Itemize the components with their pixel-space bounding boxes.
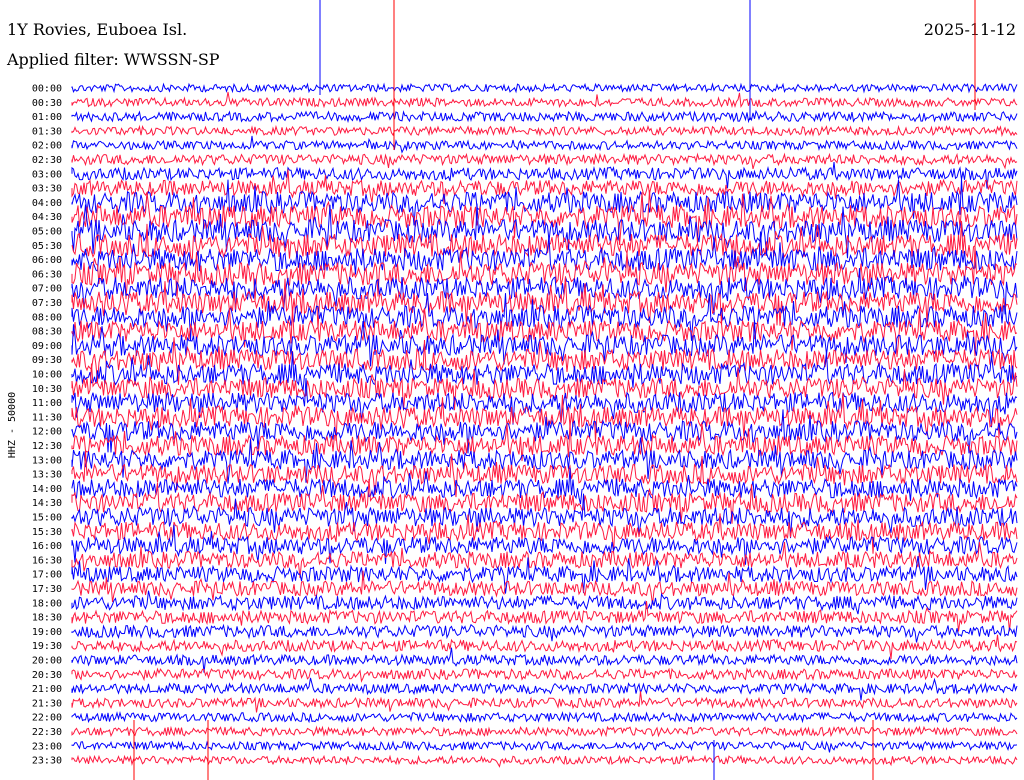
- trace-row: [71, 124, 1018, 138]
- time-label: 08:00: [32, 312, 62, 323]
- trace-row: [71, 623, 1018, 643]
- time-label: 17:30: [32, 584, 62, 595]
- time-label: 09:30: [32, 355, 62, 366]
- time-label: 19:00: [32, 627, 62, 638]
- time-label: 04:00: [32, 198, 62, 209]
- time-label: 05:00: [32, 227, 62, 238]
- time-label: 00:30: [32, 98, 62, 109]
- trace-row: [71, 231, 1018, 275]
- time-label: 15:30: [32, 527, 62, 538]
- time-label: 08:30: [32, 327, 62, 338]
- time-label: 04:30: [32, 212, 62, 223]
- time-label: 14:00: [32, 484, 62, 495]
- trace-row: [71, 82, 1018, 94]
- time-label: 01:00: [32, 112, 62, 123]
- time-label: 17:00: [32, 570, 62, 581]
- time-label: 05:30: [32, 241, 62, 252]
- time-label: 18:30: [32, 613, 62, 624]
- time-label: 07:00: [32, 284, 62, 295]
- time-label: 13:30: [32, 470, 62, 481]
- trace-row: [71, 91, 1018, 109]
- trace-row: [71, 725, 1018, 738]
- time-label: 20:00: [32, 656, 62, 667]
- trace-row: [71, 754, 1018, 768]
- time-label: 07:30: [32, 298, 62, 309]
- time-label: 09:00: [32, 341, 62, 352]
- time-labels: 00:00 00:30 01:00 01:30 02:00 02:30 03:00 03:30…: [32, 84, 62, 767]
- time-label: 11:30: [32, 412, 62, 423]
- helicorder-plot: 00:00 00:30 01:00 01:30 02:00 02:30 03:00 03:30…: [7, 0, 1018, 780]
- trace-group: [71, 82, 1018, 768]
- time-label: 14:30: [32, 498, 62, 509]
- time-label: 01:30: [32, 126, 62, 137]
- time-label: 12:00: [32, 427, 62, 438]
- time-label: 21:00: [32, 684, 62, 695]
- time-label: 10:00: [32, 370, 62, 381]
- trace-row: [71, 109, 1018, 124]
- time-label: 03:00: [32, 169, 62, 180]
- time-label: 02:30: [32, 155, 62, 166]
- trace-row: [71, 152, 1018, 170]
- time-label: 16:00: [32, 541, 62, 552]
- time-label: 21:30: [32, 698, 62, 709]
- time-label: 13:00: [32, 455, 62, 466]
- time-label: 00:00: [32, 84, 62, 95]
- time-label: 16:30: [32, 555, 62, 566]
- trace-row: [71, 493, 1018, 539]
- time-label: 18:00: [32, 598, 62, 609]
- time-label: 12:30: [32, 441, 62, 452]
- time-label: 06:30: [32, 269, 62, 280]
- trace-row: [71, 667, 1018, 683]
- time-label: 19:30: [32, 641, 62, 652]
- time-label: 06:00: [32, 255, 62, 266]
- trace-row: [71, 677, 1018, 701]
- time-label: 15:00: [32, 513, 62, 524]
- time-label: 03:30: [32, 184, 62, 195]
- channel-label: HHZ - 50000: [7, 392, 18, 458]
- time-label: 20:30: [32, 670, 62, 681]
- trace-row: [71, 647, 1018, 673]
- time-label: 02:00: [32, 141, 62, 152]
- trace-row: [71, 691, 1018, 713]
- trace-row: [71, 739, 1018, 753]
- time-label: 11:00: [32, 398, 62, 409]
- time-label: 22:00: [32, 713, 62, 724]
- time-label: 10:30: [32, 384, 62, 395]
- time-label: 23:00: [32, 741, 62, 752]
- time-label: 23:30: [32, 756, 62, 767]
- trace-row: [71, 710, 1018, 724]
- time-label: 22:30: [32, 727, 62, 738]
- trace-row: [71, 135, 1018, 154]
